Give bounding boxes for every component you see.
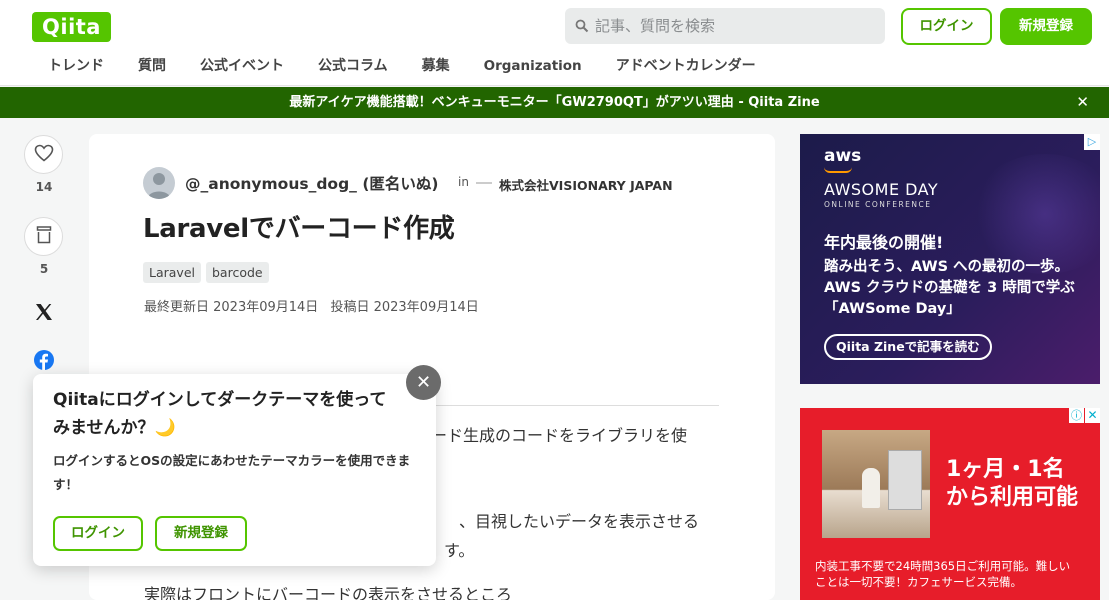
article-title: Laravelでバーコード作成 [143,214,455,244]
author-name[interactable]: @_anonymous_dog_ (匿名いぬ) [185,172,439,194]
close-icon[interactable]: ✕ [406,365,441,400]
tag-barcode[interactable]: barcode [206,262,269,283]
stock-icon [36,225,52,248]
stock-count: 5 [39,262,49,276]
ad-small-line-1: 内装工事不要で24時間365日ご利用可能。難しい [815,559,1071,573]
paragraph-3: 実際はフロントにバーコードの表示をさせるところ [144,585,513,600]
ad-line-1: 踏み出そう、AWS への最初の一歩。 [824,259,1070,275]
nav-item-recruitment[interactable]: 募集 [405,52,467,82]
ad-small-text: 内装工事不要で24時間365日ご利用可能。難しい ことは一切不要！カフェサービス… [815,558,1070,590]
nav-item-organization[interactable]: Organization [467,52,599,82]
ad-line-3: 「AWSome Day」 [824,301,961,317]
dark-theme-popup: Qiitaにログインしてダークテーマを使ってみませんか？🌙 ログインするとOSの… [33,374,436,566]
paragraph-1: ード生成のコードをライブラリを使 [431,426,688,445]
main-nav: トレンド 質問 公式イベント 公式コラム 募集 Organization アドベ… [31,52,773,82]
updated-date: 最終更新日 2023年09月14日 [144,300,319,315]
organization-name[interactable]: 株式会社VISIONARY JAPAN [499,175,673,194]
ad-event-name: AWSOME DAY [824,180,939,199]
ad-big-line-1: 1ヶ月・1名 [946,457,1065,482]
adchoices-icon[interactable]: ▷ [1084,134,1100,150]
like-count: 14 [35,180,53,194]
popup-description: ログインするとOSの設定にあわせたテーマカラーを使用できます！ [53,453,411,492]
facebook-share-icon[interactable] [34,350,54,374]
ad-big-line-2: から利用可能 [946,485,1079,510]
tag-laravel[interactable]: Laravel [143,262,201,283]
search-icon [575,18,589,37]
signup-button[interactable]: 新規登録 [1000,8,1092,45]
ad-close-icon[interactable]: ✕ [1085,408,1100,423]
office-photo [822,430,930,538]
login-button[interactable]: ログイン [901,8,992,45]
site-header: Qiita ログイン 新規登録 トレンド 質問 公式イベント 公式コラム 募集 … [0,0,1109,86]
paragraph-2: 、目視したいデータを表示させる [459,512,700,531]
search-input[interactable] [595,8,875,44]
cafe-office-ad[interactable]: ⓘ ✕ 1ヶ月・1名 から利用可能 内装工事不要で24時間365日ご利用可能。難… [800,408,1100,600]
nav-item-advent-calendar[interactable]: アドベントカレンダー [599,52,773,82]
author-avatar[interactable] [143,167,175,199]
ad-small-line-2: ことは一切不要！カフェサービス完備。 [815,575,1022,589]
ad-line-2: AWS クラウドの基礎を 3 時間で学ぶ [824,280,1075,296]
aws-logo: aws [824,146,862,166]
promo-banner[interactable]: 最新アイケア機能搭載！ベンキューモニター「GW2790QT」がアツい理由 - Q… [0,87,1109,118]
organization-logo-icon[interactable] [476,182,492,184]
close-icon[interactable]: ✕ [1076,87,1089,118]
ad-big-text: 1ヶ月・1名 から利用可能 [946,456,1078,512]
search-box[interactable] [565,8,885,44]
aws-ad[interactable]: ▷ aws AWSOME DAY ONLINE CONFERENCE 年内最後の… [800,134,1100,384]
booth-window [888,450,922,510]
ad-headline: 年内最後の開催! [824,233,944,252]
person-figure [862,468,880,508]
popup-title: Qiitaにログインしてダークテーマを使ってみませんか？🌙 [53,390,387,438]
popup-signup-button[interactable]: 新規登録 [155,516,247,551]
heart-icon [34,144,54,166]
ad-info-icon[interactable]: ⓘ [1069,408,1084,423]
in-label: in [458,175,469,189]
article-dates: 最終更新日 2023年09月14日 投稿日 2023年09月14日 [144,296,487,315]
promo-banner-text[interactable]: 最新アイケア機能搭載！ベンキューモニター「GW2790QT」がアツい理由 - Q… [289,95,819,110]
qiita-logo[interactable]: Qiita [32,12,111,42]
nav-item-official-columns[interactable]: 公式コラム [301,52,405,82]
nav-item-official-events[interactable]: 公式イベント [183,52,301,82]
paragraph-2-cont: す。 [444,541,475,560]
ad-read-button[interactable]: Qiita Zineで記事を読む [824,334,992,360]
x-share-icon[interactable] [34,302,54,326]
nav-item-trend[interactable]: トレンド [31,52,121,82]
popup-login-button[interactable]: ログイン [53,516,143,551]
ad-event-subtitle: ONLINE CONFERENCE [824,200,932,209]
nav-item-questions[interactable]: 質問 [121,52,183,82]
posted-date: 投稿日 2023年09月14日 [330,300,479,315]
stock-button[interactable] [24,217,63,256]
like-button[interactable] [24,135,63,174]
aws-smile-icon [824,167,852,173]
